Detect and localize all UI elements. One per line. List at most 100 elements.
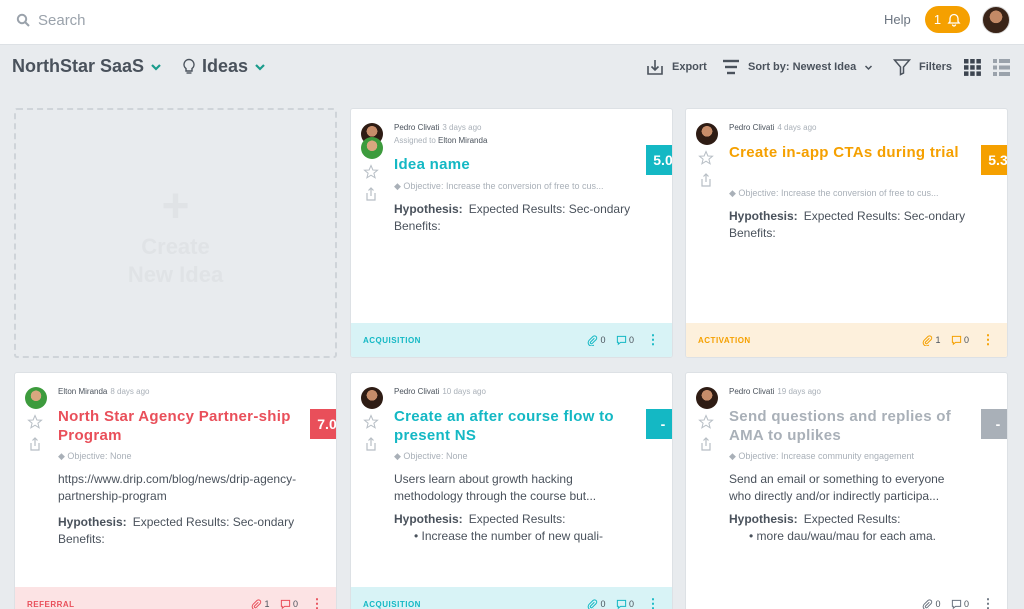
idea-meta: Pedro Clivati 19 days ago <box>729 387 821 396</box>
plus-icon: + <box>161 180 190 233</box>
comments-count[interactable]: 0 <box>616 335 635 346</box>
idea-hypothesis: Hypothesis: Expected Results: Sec-ondary … <box>394 201 634 235</box>
list-view-icon[interactable] <box>993 59 1010 76</box>
attachments-value: 0 <box>935 599 941 609</box>
idea-title[interactable]: Send questions and replies of AMA to upl… <box>729 407 979 445</box>
idea-title[interactable]: Idea name <box>394 155 644 174</box>
comments-value: 0 <box>963 599 970 609</box>
comments-value: 0 <box>628 335 635 345</box>
search-icon <box>16 13 30 27</box>
hypothesis-text: Expected Results: <box>803 512 901 526</box>
category-tag: ACQUISITION <box>363 335 421 345</box>
attachments-count[interactable]: 1 <box>922 334 941 346</box>
create-idea-card[interactable]: + Create New Idea <box>14 108 337 358</box>
attachments-value: 1 <box>935 335 941 345</box>
objective-text: Objective: Increase the conversion of fr… <box>738 188 939 198</box>
more-options-icon[interactable]: ⋮ <box>311 597 325 609</box>
share-icon[interactable] <box>699 173 713 187</box>
chevron-down-icon <box>255 63 265 71</box>
idea-meta: Elton Miranda 8 days ago <box>58 387 150 396</box>
grid-view-icon[interactable] <box>964 59 981 76</box>
comments-count[interactable]: 0 <box>951 335 970 346</box>
sort-icon <box>723 59 739 75</box>
create-idea-label-line2: New Idea <box>127 262 224 287</box>
idea-title[interactable]: Create in-app CTAs during trial <box>729 143 964 162</box>
search-bar[interactable]: Search <box>16 10 86 30</box>
share-icon[interactable] <box>364 437 378 451</box>
idea-card[interactable]: Pedro Clivati 19 days ago Send questions … <box>685 372 1008 609</box>
lightbulb-icon <box>183 58 195 74</box>
ice-score-badge: 7.0 <box>310 409 336 439</box>
more-options-icon[interactable]: ⋮ <box>647 597 661 609</box>
star-icon[interactable] <box>698 414 714 430</box>
comments-value: 0 <box>292 599 299 609</box>
export-button[interactable]: Export <box>646 58 707 76</box>
more-options-icon[interactable]: ⋮ <box>982 333 996 346</box>
share-icon[interactable] <box>364 187 378 201</box>
card-footer: 0 0 ⋮ <box>686 587 1007 609</box>
share-icon[interactable] <box>699 437 713 451</box>
ice-score-badge: - <box>981 409 1007 439</box>
attachments-count[interactable]: 1 <box>251 598 270 609</box>
paperclip-icon <box>252 598 262 609</box>
sort-dropdown[interactable]: Sort by: Newest Idea <box>722 58 873 76</box>
share-icon[interactable] <box>28 437 42 451</box>
idea-title[interactable]: North Star Agency Partner-ship Program <box>58 407 293 445</box>
top-bar: Search Help 1 <box>0 0 1024 45</box>
author-name: Elton Miranda <box>58 387 108 396</box>
objective-text: Objective: Increase the conversion of fr… <box>403 181 604 191</box>
more-options-icon[interactable]: ⋮ <box>647 333 661 346</box>
comments-count[interactable]: 0 <box>280 599 299 609</box>
user-avatar[interactable] <box>982 6 1010 34</box>
workspace-dropdown[interactable]: NorthStar SaaS <box>12 56 162 77</box>
hypothesis-label: Hypothesis: <box>394 512 463 526</box>
attachments-count[interactable]: 0 <box>922 598 941 609</box>
hypothesis-bullet: Increase the number of new quali- <box>414 528 634 545</box>
export-label: Export <box>672 61 707 73</box>
comment-icon <box>280 599 291 609</box>
idea-meta: Pedro Clivati 3 days ago <box>394 123 482 132</box>
author-name: Pedro Clivati <box>729 123 775 132</box>
star-icon[interactable] <box>363 414 379 430</box>
card-footer: ACQUISITION 0 0 ⋮ <box>351 323 672 357</box>
search-input[interactable]: Search <box>38 12 86 29</box>
section-dropdown[interactable]: Ideas <box>182 56 266 77</box>
comments-count[interactable]: 0 <box>616 599 635 609</box>
assigned-prefix: Assigned to <box>394 136 436 145</box>
help-link[interactable]: Help <box>884 12 911 27</box>
card-footer: ACQUISITION 0 0 ⋮ <box>351 587 672 609</box>
assigned-to: Assigned to Elton Miranda <box>394 136 487 145</box>
paperclip-icon <box>923 598 933 609</box>
filters-button[interactable]: Filters <box>893 58 952 76</box>
idea-age: 4 days ago <box>777 123 817 132</box>
more-options-icon[interactable]: ⋮ <box>982 597 996 609</box>
comment-icon <box>951 599 962 609</box>
attachments-count[interactable]: 0 <box>587 598 606 609</box>
idea-card[interactable]: Pedro Clivati 4 days ago Create in-app CT… <box>685 108 1008 358</box>
hypothesis-bullet: more dau/wau/mau for each ama. <box>749 528 969 545</box>
category-tag: REFERRAL <box>27 599 75 609</box>
comments-value: 0 <box>628 599 635 609</box>
star-icon[interactable] <box>27 414 43 430</box>
objective-text: Objective: None <box>403 451 468 461</box>
idea-card[interactable]: Pedro Clivati 3 days ago Assigned to Elto… <box>350 108 673 358</box>
idea-card[interactable]: Pedro Clivati 10 days ago Create an after… <box>350 372 673 609</box>
attachments-value: 1 <box>264 599 270 609</box>
filter-icon <box>893 59 911 76</box>
author-avatar <box>696 387 718 409</box>
star-icon[interactable] <box>363 164 379 180</box>
author-name: Pedro Clivati <box>394 387 440 396</box>
comments-count[interactable]: 0 <box>951 599 970 609</box>
comment-icon <box>616 335 627 345</box>
notifications-button[interactable]: 1 <box>925 6 970 33</box>
idea-age: 10 days ago <box>442 387 486 396</box>
card-footer: ACTIVATION 1 0 ⋮ <box>686 323 1007 357</box>
idea-description: Users learn about growth hacking methodo… <box>394 472 597 503</box>
idea-title[interactable]: Create an after course flow to present N… <box>394 407 644 445</box>
star-icon[interactable] <box>698 150 714 166</box>
attachments-count[interactable]: 0 <box>587 334 606 346</box>
author-name: Pedro Clivati <box>729 387 775 396</box>
workspace-name: NorthStar SaaS <box>12 56 145 76</box>
idea-age: 8 days ago <box>110 387 150 396</box>
idea-card[interactable]: Elton Miranda 8 days ago North Star Agenc… <box>14 372 337 609</box>
